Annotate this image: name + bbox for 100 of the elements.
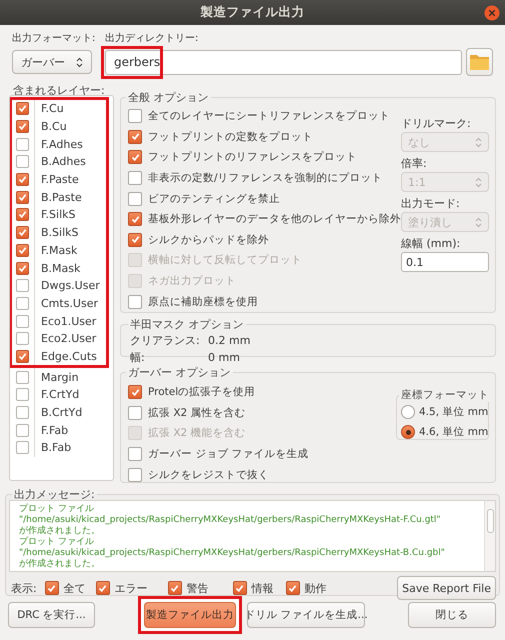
checkbox[interactable]	[16, 173, 29, 186]
checkbox[interactable]	[96, 581, 110, 595]
checkbox[interactable]	[16, 102, 29, 116]
layer-name[interactable]: F.CrtYd	[41, 388, 80, 402]
checkbox[interactable]	[16, 350, 29, 363]
checkbox-label: フットプリントのリファレンスをプロット	[148, 150, 357, 164]
setting-label: 出力モード:	[401, 196, 461, 211]
checkbox[interactable]	[128, 212, 142, 226]
checkbox[interactable]	[44, 581, 59, 595]
checkbox[interactable]	[128, 150, 142, 164]
layer-name[interactable]: Dwgs.User	[41, 279, 100, 292]
checkbox-label: ネガ出力プロット	[148, 274, 236, 288]
checkbox-label: 全て	[64, 580, 86, 596]
layer-name[interactable]: Eco2.User	[41, 332, 96, 346]
layer-name[interactable]: F.Mask	[41, 244, 78, 257]
checkbox[interactable]	[16, 370, 29, 384]
layer-name[interactable]: B.Paste	[41, 190, 82, 204]
checkbox[interactable]	[232, 581, 247, 595]
checkbox-label: 情報	[252, 580, 274, 596]
setting-label: 倍率:	[401, 156, 428, 171]
layer-name[interactable]: F.Paste	[41, 173, 79, 186]
close-icon[interactable]	[484, 5, 500, 21]
checkbox[interactable]	[286, 581, 300, 595]
checkbox[interactable]	[16, 138, 29, 151]
filter-label: 表示:	[11, 580, 37, 596]
dialog-button[interactable]: ドリル ファイルを生成...	[247, 602, 365, 628]
save-report-button[interactable]: Save Report File	[397, 576, 496, 600]
checkbox[interactable]	[16, 314, 29, 328]
check-icon	[170, 584, 180, 592]
checkbox-label: シルクからパッドを除外	[148, 232, 269, 247]
checkbox-label: ビアのテンティングを禁止	[148, 192, 280, 206]
message-line: "/home/asuki/kicad_projects/RaspiCherryMXKeysHat/gerbers/RaspiCherryMXKeysHat-F.Cu.gtl"	[19, 515, 441, 526]
checkbox-label: ガーバー ジョブ ファイルを生成	[148, 447, 309, 462]
checkbox[interactable]	[16, 279, 29, 292]
input-field[interactable]: 0.1	[401, 252, 489, 272]
layer-name[interactable]: B.Mask	[41, 262, 80, 275]
checkbox[interactable]	[16, 332, 29, 346]
browse-button[interactable]	[466, 48, 493, 76]
checkbox[interactable]	[16, 441, 29, 454]
setting-label: 線幅 (mm):	[401, 236, 462, 251]
setting-label: ドリルマーク:	[401, 116, 472, 131]
layer-name[interactable]: F.SilkS	[41, 208, 76, 222]
checkbox[interactable]	[128, 109, 142, 124]
layer-name[interactable]: F.Fab	[41, 424, 68, 437]
checkbox[interactable]	[128, 406, 142, 420]
checkbox[interactable]	[16, 424, 29, 437]
checkbox[interactable]	[16, 244, 29, 257]
directory-field[interactable]: gerbers	[105, 50, 462, 74]
scrollbar[interactable]	[484, 501, 495, 571]
layer-name[interactable]: Margin	[41, 370, 79, 384]
checkbox[interactable]	[16, 226, 29, 240]
checkbox[interactable]	[128, 294, 142, 309]
check-icon	[130, 388, 140, 397]
checkbox-label: Protelの拡張子を使用	[148, 385, 256, 400]
check-icon	[47, 584, 56, 592]
checkbox[interactable]	[168, 581, 182, 595]
layer-name[interactable]: B.Fab	[41, 441, 72, 454]
checkbox[interactable]	[16, 155, 29, 168]
field-label: クリアランス:	[130, 333, 201, 348]
layer-name[interactable]: Edge.Cuts	[41, 350, 97, 363]
checkbox[interactable]	[128, 192, 142, 206]
checkbox-label: 全てのレイヤーにシートリファレンスをプロット	[148, 109, 390, 124]
checkbox[interactable]	[16, 208, 29, 222]
check-icon	[130, 132, 140, 142]
layer-name[interactable]: B.SilkS	[41, 226, 78, 240]
checkbox[interactable]	[16, 406, 29, 420]
layer-name[interactable]: Eco1.User	[41, 314, 96, 328]
radio-button[interactable]	[401, 405, 415, 419]
layer-name[interactable]: Cmts.User	[41, 296, 98, 310]
dialog-button[interactable]: 製造ファイル出力	[144, 602, 236, 628]
spinner-icon	[475, 216, 482, 228]
checkbox[interactable]	[16, 120, 29, 134]
dialog-button[interactable]: 閉じる	[408, 602, 496, 628]
message-line: プロット ファイル	[19, 537, 94, 548]
checkbox[interactable]	[128, 232, 142, 247]
layer-name[interactable]: B.CrtYd	[41, 406, 82, 420]
checkbox-label: 拡張 X2 機能を含む	[148, 426, 246, 440]
checkbox-label: フットプリントの定数をプロット	[148, 130, 313, 144]
layer-name[interactable]: B.Cu	[41, 120, 67, 134]
checkbox-label: 基板外形レイヤーのデータを他のレイヤーから除外	[148, 212, 401, 226]
directory-label: 出力ディレクトリー:	[105, 32, 200, 45]
layer-name[interactable]: B.Adhes	[41, 155, 86, 168]
layer-name[interactable]: F.Adhes	[41, 138, 83, 151]
layer-name[interactable]: F.Cu	[41, 102, 64, 116]
group-title: 出力メッセージ:	[13, 487, 96, 502]
checkbox[interactable]	[16, 190, 29, 204]
spinner-icon	[76, 56, 83, 68]
checkbox[interactable]	[128, 130, 142, 144]
checkbox[interactable]	[16, 388, 29, 402]
checkbox[interactable]	[16, 296, 29, 310]
checkbox[interactable]	[128, 171, 142, 186]
checkbox[interactable]	[128, 447, 142, 462]
checkbox-label: 動作	[304, 580, 327, 596]
radio-button[interactable]	[401, 425, 415, 439]
checkbox[interactable]	[128, 385, 142, 400]
format-dropdown[interactable]: ガーバー	[12, 50, 92, 74]
dialog-button[interactable]: DRC を実行...	[8, 602, 95, 628]
checkbox[interactable]	[128, 468, 142, 482]
checkbox[interactable]	[16, 262, 29, 275]
checkbox-label: 拡張 X2 属性を含む	[148, 406, 246, 420]
